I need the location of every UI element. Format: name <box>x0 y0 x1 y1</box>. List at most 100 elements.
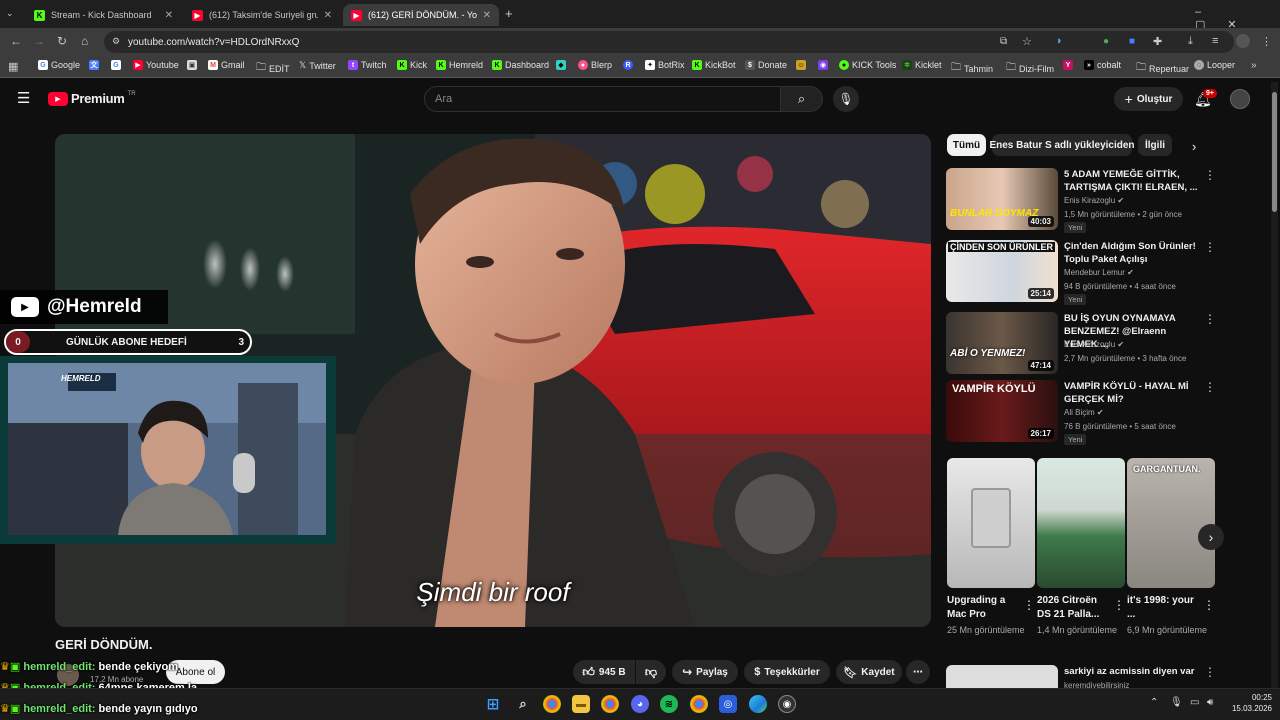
shorts-next-button[interactable]: › <box>1198 524 1224 550</box>
app-icon[interactable]: ◎ <box>719 695 737 713</box>
bookmark-botrix[interactable]: ✦ BotRix <box>645 60 685 70</box>
spotify-icon[interactable]: ≋ <box>660 695 678 713</box>
tab-search-chevron-icon[interactable]: ⌄ <box>6 8 14 19</box>
address-bar[interactable]: ⚙ youtube.com/watch?v=HDLOrdNRxxQ <box>104 31 1234 53</box>
short-item[interactable]: 2026 Citroën DS 21 Palla... 1,4 Mn görün… <box>1037 458 1125 637</box>
create-button[interactable]: + Oluştur <box>1114 87 1183 111</box>
more-dots-icon[interactable]: ⋮ <box>1204 665 1216 679</box>
bookmark-kickbot[interactable]: K KickBot <box>692 60 736 70</box>
video-thumbnail[interactable]: ABİ O YENMEZ! 47:14 <box>946 312 1058 374</box>
bookmark-blerp[interactable]: ● Blerp <box>578 60 612 70</box>
recommendation-item[interactable]: VAMPİR KÖYLÜ 26:17 VAMPİR KÖYLÜ - HAYAL … <box>946 380 1266 445</box>
forward-arrow-icon[interactable]: → <box>33 34 45 48</box>
video-thumbnail[interactable]: ÇİNDEN SON ÜRÜNLER 25:14 <box>946 240 1058 302</box>
close-icon[interactable]: ✕ <box>324 10 332 21</box>
extensions-puzzle-icon[interactable]: ✚ <box>1153 35 1162 48</box>
close-icon[interactable]: ✕ <box>165 10 173 21</box>
bookmark-repertuar[interactable]: 🗀 Repertuar <box>1136 60 1189 77</box>
home-icon[interactable]: ⌂ <box>81 34 88 48</box>
share-button[interactable]: ↪ Paylaş <box>672 660 738 684</box>
tray-chevron-icon[interactable]: ⌃ <box>1150 697 1158 708</box>
bookmark-youtube[interactable]: ▶ Youtube <box>133 60 179 70</box>
bookmark-cobalt[interactable]: » cobalt <box>1084 60 1121 70</box>
chip-uploader[interactable]: Enes Batur S adlı yükleyiciden <box>989 134 1135 156</box>
bookmark-purple[interactable]: ◉ <box>818 60 828 70</box>
file-explorer-icon[interactable]: ▬ <box>572 695 590 713</box>
recommendation-title[interactable]: 5 ADAM YEMEĞE GİTTİK, TARTIŞMA ÇIKTI! EL… <box>1064 168 1202 194</box>
page-scrollbar[interactable] <box>1271 82 1278 688</box>
install-app-icon[interactable]: ⧉ <box>1000 36 1007 47</box>
site-info-icon[interactable]: ⚙ <box>112 36 120 47</box>
extension-icon[interactable]: ■ <box>1129 36 1135 47</box>
short-thumbnail[interactable] <box>1037 458 1125 588</box>
recommendation-channel[interactable]: Enis Kirazoglu ✔ <box>1064 196 1124 205</box>
extension-icon[interactable]: ◗ <box>1056 35 1063 47</box>
more-bookmarks-chevron-icon[interactable]: » <box>1251 60 1257 71</box>
bookmark-twitch[interactable]: t Twitch <box>348 60 387 70</box>
chrome-icon[interactable] <box>690 695 708 713</box>
more-dots-icon[interactable]: ⋮ <box>1204 380 1216 394</box>
dislike-button[interactable]: 👎︎ <box>636 660 666 684</box>
more-dots-icon[interactable]: ⋮ <box>1204 168 1216 182</box>
more-dots-icon[interactable]: ⋮ <box>1113 598 1125 612</box>
bookmark-kicklet[interactable]: ✲ Kicklet <box>902 60 942 70</box>
search-icon[interactable]: ⌕ <box>514 695 532 713</box>
back-arrow-icon[interactable]: ← <box>10 34 22 48</box>
bookmark-google[interactable]: G Google <box>38 60 80 70</box>
short-thumbnail[interactable] <box>947 458 1035 588</box>
voice-search-button[interactable]: 🎙 <box>833 86 859 112</box>
bookmark-cyan[interactable]: ◆ <box>556 60 566 70</box>
system-clock[interactable]: 00:25 15.03.2026 <box>1226 692 1272 714</box>
save-button[interactable]: 🔖︎ Kaydet <box>836 660 902 684</box>
recommendation-item[interactable]: BUNLAR DOYMAZ 40:03 5 ADAM YEMEĞE GİTTİK… <box>946 168 1266 233</box>
bookmark-google-2[interactable]: G <box>111 60 121 70</box>
short-item[interactable]: Upgrading a Mac Pro 25 Mn görüntüleme ⋮ <box>947 458 1035 637</box>
recommendation-item[interactable]: ÇİNDEN SON ÜRÜNLER 25:14 Çin'den Aldığım… <box>946 240 1266 305</box>
download-icon[interactable]: ⤓ <box>1188 35 1193 48</box>
more-dots-icon[interactable]: ⋮ <box>1204 240 1216 254</box>
bookmark-kick-tools[interactable]: ● KICK Tools <box>839 60 896 70</box>
search-input[interactable]: Ara <box>424 86 781 112</box>
chrome-icon[interactable] <box>601 695 619 713</box>
menu-dots-icon[interactable]: ⋮ <box>1261 35 1272 48</box>
hamburger-menu-icon[interactable]: ☰ <box>17 91 30 106</box>
profile-avatar[interactable] <box>1236 34 1250 48</box>
more-actions-button[interactable]: ⋯ <box>906 660 930 684</box>
recommendation-channel[interactable]: Enis Kirazoglu ✔ <box>1064 340 1124 349</box>
more-dots-icon[interactable]: ⋮ <box>1023 598 1035 612</box>
bookmark-dashboard[interactable]: K Dashboard <box>492 60 549 70</box>
chip-all[interactable]: Tümü <box>947 134 986 156</box>
bookmark-edit[interactable]: 🗀 EDİT <box>256 60 290 77</box>
bookmark-gmail[interactable]: M Gmail <box>208 60 245 70</box>
like-button[interactable]: 👍︎ 945 B <box>573 660 635 684</box>
extension-icon[interactable]: ● <box>1103 36 1109 47</box>
short-item[interactable]: GARGANTUAN. it's 1998: your ... 6,9 Mn g… <box>1127 458 1215 637</box>
bookmark-image[interactable]: ▣ <box>187 60 197 70</box>
search-button[interactable]: ⌕ <box>781 86 823 112</box>
reading-list-icon[interactable]: ≡ <box>1212 35 1218 47</box>
recommendation-item[interactable]: sarkiyi az acmissin diyen var keremdiyeb… <box>946 665 1266 688</box>
bookmark-translate[interactable]: 文 <box>89 60 99 70</box>
tab-kick-dashboard[interactable]: K Stream - Kick Dashboard ✕ <box>26 4 181 26</box>
bookmark-tahmin[interactable]: 🗀 Tahmin <box>951 60 993 77</box>
edge-icon[interactable] <box>749 695 767 713</box>
chrome-icon[interactable] <box>543 695 561 713</box>
bookmark-kick[interactable]: K Kick <box>397 60 427 70</box>
bookmark-donate[interactable]: $ Donate <box>745 60 787 70</box>
bookmark-twitter[interactable]: 𝕏 Twitter <box>299 60 336 71</box>
monitor-icon[interactable]: ▭ <box>1190 697 1199 708</box>
bookmark-looper[interactable]: ◌ Looper <box>1194 60 1235 70</box>
recommendation-title[interactable]: Çin'den Aldığım Son Ürünler! Toplu Paket… <box>1064 240 1202 266</box>
bookmark-dizi-film[interactable]: 🗀 Dizi-Film <box>1006 60 1054 77</box>
apps-grid-icon[interactable]: ▦ <box>8 60 18 73</box>
more-dots-icon[interactable]: ⋮ <box>1203 598 1215 612</box>
volume-icon[interactable]: 🔊︎ <box>1207 697 1213 708</box>
close-icon[interactable]: ✕ <box>483 10 491 21</box>
windows-start-icon[interactable]: ⊞ <box>484 695 502 713</box>
new-tab-plus-icon[interactable]: + <box>505 6 513 21</box>
short-thumbnail[interactable]: GARGANTUAN. <box>1127 458 1215 588</box>
tab-youtube-active[interactable]: ▶ (612) GERİ DÖNDÜM. - YouTube ✕ <box>343 4 499 26</box>
recommendation-title[interactable]: VAMPİR KÖYLÜ - HAYAL Mİ GERÇEK Mİ? <box>1064 380 1202 406</box>
recommendation-title[interactable]: sarkiyi az acmissin diyen var <box>1064 665 1204 678</box>
more-dots-icon[interactable]: ⋮ <box>1204 312 1216 326</box>
